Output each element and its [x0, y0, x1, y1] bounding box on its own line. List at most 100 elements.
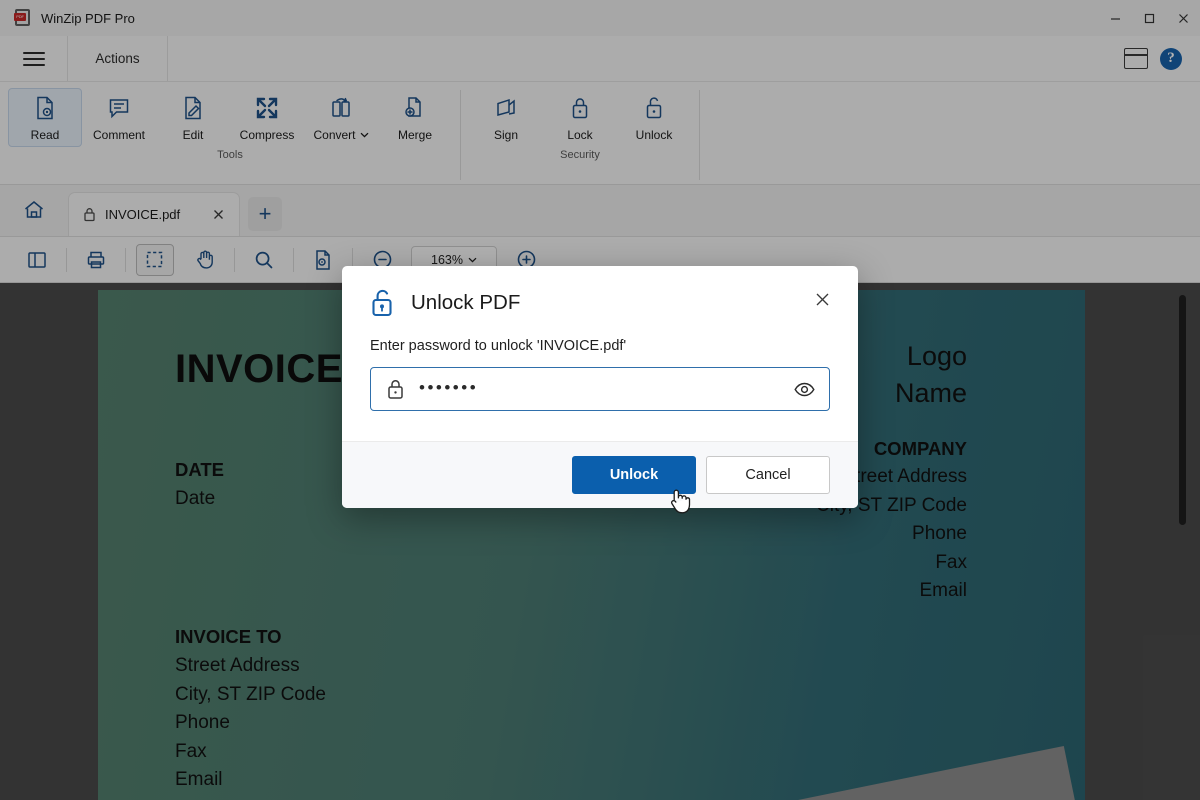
layout-panel-icon[interactable] — [1124, 48, 1148, 69]
dialog-body: Enter password to unlock 'INVOICE.pdf' •… — [342, 318, 858, 441]
dialog-header: Unlock PDF — [342, 266, 858, 318]
cancel-button[interactable]: Cancel — [706, 456, 830, 494]
chevron-down-icon — [468, 257, 477, 263]
sidebar-panel-icon[interactable] — [18, 244, 56, 276]
company-line: Phone — [912, 523, 967, 544]
dialog-title: Unlock PDF — [411, 291, 521, 314]
read-document-icon — [34, 95, 56, 121]
toolbar-separator — [66, 247, 67, 272]
search-icon[interactable] — [245, 244, 283, 276]
dialog-footer: Unlock Cancel — [342, 441, 858, 508]
logo-line: Name — [894, 378, 967, 408]
ribbon-button-read[interactable]: Read — [8, 88, 82, 147]
lock-closed-icon — [83, 207, 96, 222]
invoice-date-block: DATE Date — [175, 455, 224, 514]
ribbon-toolbar: Read Comment Edit Compress Convert Merge… — [0, 82, 1200, 185]
ribbon-group-label: Tools — [217, 149, 243, 161]
ribbon-button-edit[interactable]: Edit — [156, 88, 230, 147]
ribbon-button-label: Unlock — [635, 128, 673, 142]
close-icon[interactable] — [210, 206, 227, 223]
ribbon-button-label: Sign — [493, 128, 519, 142]
company-line: Fax — [935, 551, 967, 573]
ribbon-button-merge[interactable]: Merge — [378, 88, 452, 147]
ribbon-group-label: Security — [560, 149, 600, 161]
ribbon-button-label: Edit — [182, 128, 204, 142]
ribbon-button-label: Read — [30, 128, 60, 142]
logo-line: Logo — [906, 341, 967, 371]
password-input-value: ••••••• — [419, 378, 479, 397]
document-tab-label: INVOICE.pdf — [105, 207, 181, 222]
date-heading: DATE — [175, 459, 224, 480]
invoice-to-line: Phone — [175, 712, 230, 733]
invoice-to-block: INVOICE TO Street Address City, ST ZIP C… — [175, 622, 326, 795]
unlock-pdf-dialog: Unlock PDF Enter password to unlock 'INV… — [342, 266, 858, 508]
ribbon-button-label: Lock — [567, 128, 593, 142]
toolbar-separator — [125, 247, 126, 272]
toolbar-separator — [234, 247, 235, 272]
window-controls — [1098, 0, 1200, 36]
select-area-icon[interactable] — [136, 243, 174, 276]
close-icon[interactable] — [1166, 0, 1200, 36]
maximize-icon[interactable] — [1132, 0, 1166, 36]
pan-hand-icon[interactable] — [186, 244, 224, 276]
date-value: Date — [175, 488, 216, 509]
lock-open-icon — [644, 95, 664, 121]
ribbon-group-tools: Read Comment Edit Compress Convert Merge… — [0, 82, 460, 184]
eye-icon[interactable] — [794, 382, 815, 397]
compress-arrows-icon — [255, 95, 279, 121]
ribbon-button-label: Merge — [397, 128, 432, 142]
company-line: Email — [919, 580, 967, 601]
invoice-to-line: Email — [175, 769, 223, 790]
toolbar-separator — [293, 247, 294, 272]
invoice-to-line: Street Address — [175, 655, 300, 676]
company-logo-block: Logo Name — [895, 338, 967, 412]
lock-closed-icon — [386, 378, 405, 400]
lock-closed-icon — [570, 95, 590, 121]
chevron-down-icon — [360, 132, 368, 138]
ribbon-button-unlock[interactable]: Unlock — [617, 88, 691, 147]
close-icon[interactable] — [811, 288, 834, 311]
ribbon-button-convert[interactable]: Convert — [304, 88, 378, 147]
ribbon-button-text: Convert — [313, 128, 356, 142]
print-icon[interactable] — [77, 244, 115, 276]
title-bar-left: WinZip PDF Pro — [0, 9, 135, 27]
lock-open-icon — [370, 288, 398, 318]
page-thumbnail-icon[interactable] — [304, 244, 342, 276]
convert-icon — [329, 95, 353, 121]
document-tab[interactable]: INVOICE.pdf — [68, 192, 240, 236]
ribbon-button-compress[interactable]: Compress — [230, 88, 304, 147]
ribbon-button-label: Convert — [313, 128, 368, 142]
comment-bubble-icon — [108, 95, 130, 121]
ribbon-tab-bar: Actions ? — [0, 36, 1200, 82]
password-field[interactable]: ••••••• — [370, 367, 830, 411]
minimize-icon[interactable] — [1098, 0, 1132, 36]
app-title: WinZip PDF Pro — [41, 10, 135, 26]
invoice-to-line: City, ST ZIP Code — [175, 683, 326, 705]
invoice-to-line: Fax — [175, 740, 207, 762]
help-icon[interactable]: ? — [1160, 47, 1182, 70]
ribbon-button-lock[interactable]: Lock — [543, 88, 617, 147]
invoice-title: INVOICE — [175, 347, 343, 391]
signature-icon — [495, 95, 517, 121]
zoom-level-value: 163% — [431, 252, 463, 267]
ribbon-button-label: Compress — [239, 128, 295, 142]
edit-document-icon — [182, 95, 204, 121]
ribbon-right-icons: ? — [1124, 36, 1200, 81]
ribbon-group-security: Sign Lock Unlock Security — [461, 82, 699, 184]
pdf-document-icon — [14, 9, 32, 27]
ribbon-button-comment[interactable]: Comment — [82, 88, 156, 147]
merge-documents-icon — [404, 95, 426, 121]
ribbon-button-sign[interactable]: Sign — [469, 88, 543, 147]
ribbon-button-label: Comment — [92, 128, 145, 142]
unlock-button[interactable]: Unlock — [572, 456, 696, 494]
new-tab-button[interactable]: + — [248, 197, 282, 231]
ribbon-separator — [699, 90, 700, 180]
vertical-scrollbar[interactable] — [1179, 295, 1186, 525]
tab-actions[interactable]: Actions — [68, 36, 168, 81]
tab-strip: INVOICE.pdf + — [0, 185, 1200, 237]
title-bar: WinZip PDF Pro — [0, 0, 1200, 36]
invoice-to-heading: INVOICE TO — [175, 626, 282, 647]
hamburger-menu-icon[interactable] — [0, 36, 68, 81]
home-icon[interactable] — [0, 184, 68, 236]
password-prompt: Enter password to unlock 'INVOICE.pdf' — [370, 338, 627, 354]
